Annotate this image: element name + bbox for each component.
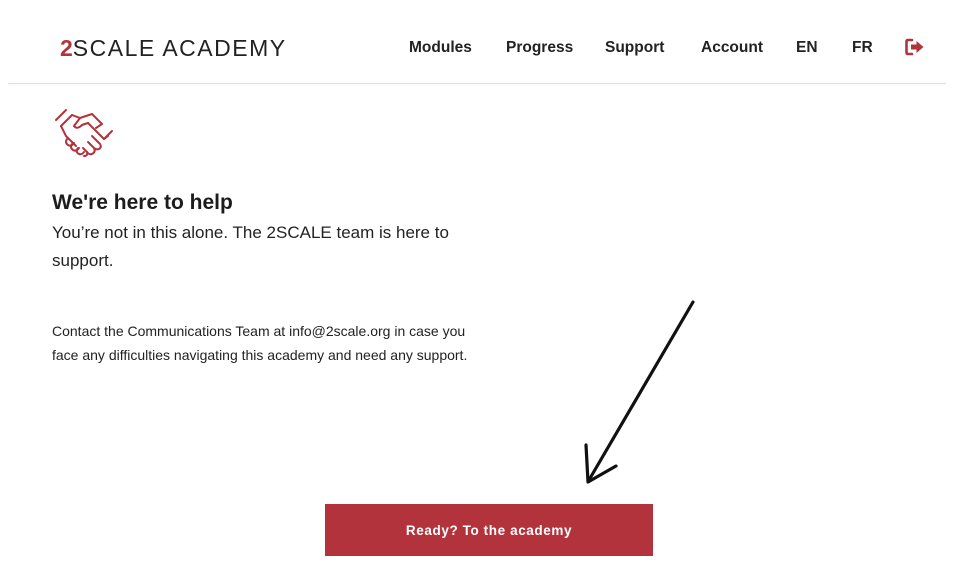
nav-item-progress[interactable]: Progress [506,38,573,58]
handshake-icon [52,106,116,158]
sign-out-icon[interactable] [905,38,925,56]
nav-item-account[interactable]: Account [701,38,763,58]
help-title: We're here to help [52,191,233,214]
language-fr[interactable]: FR [852,38,873,58]
go-to-academy-button[interactable]: Ready? To the academy [325,504,653,556]
brand-logo[interactable]: 2SCALE ACADEMY [60,34,287,62]
arrow-down-left-icon [570,290,710,490]
brand-logo-number: 2 [60,35,73,61]
nav-item-modules[interactable]: Modules [409,38,472,58]
contact-info-text: Contact the Communications Team at info@… [52,323,468,363]
language-en[interactable]: EN [796,38,818,58]
nav-item-support[interactable]: Support [605,38,664,58]
top-header: 2SCALE ACADEMY Modules Progress Support … [0,0,958,84]
brand-logo-name: SCALE ACADEMY [72,35,287,61]
header-divider [8,83,946,84]
help-subtitle: You’re not in this alone. The 2SCALE tea… [52,223,449,270]
